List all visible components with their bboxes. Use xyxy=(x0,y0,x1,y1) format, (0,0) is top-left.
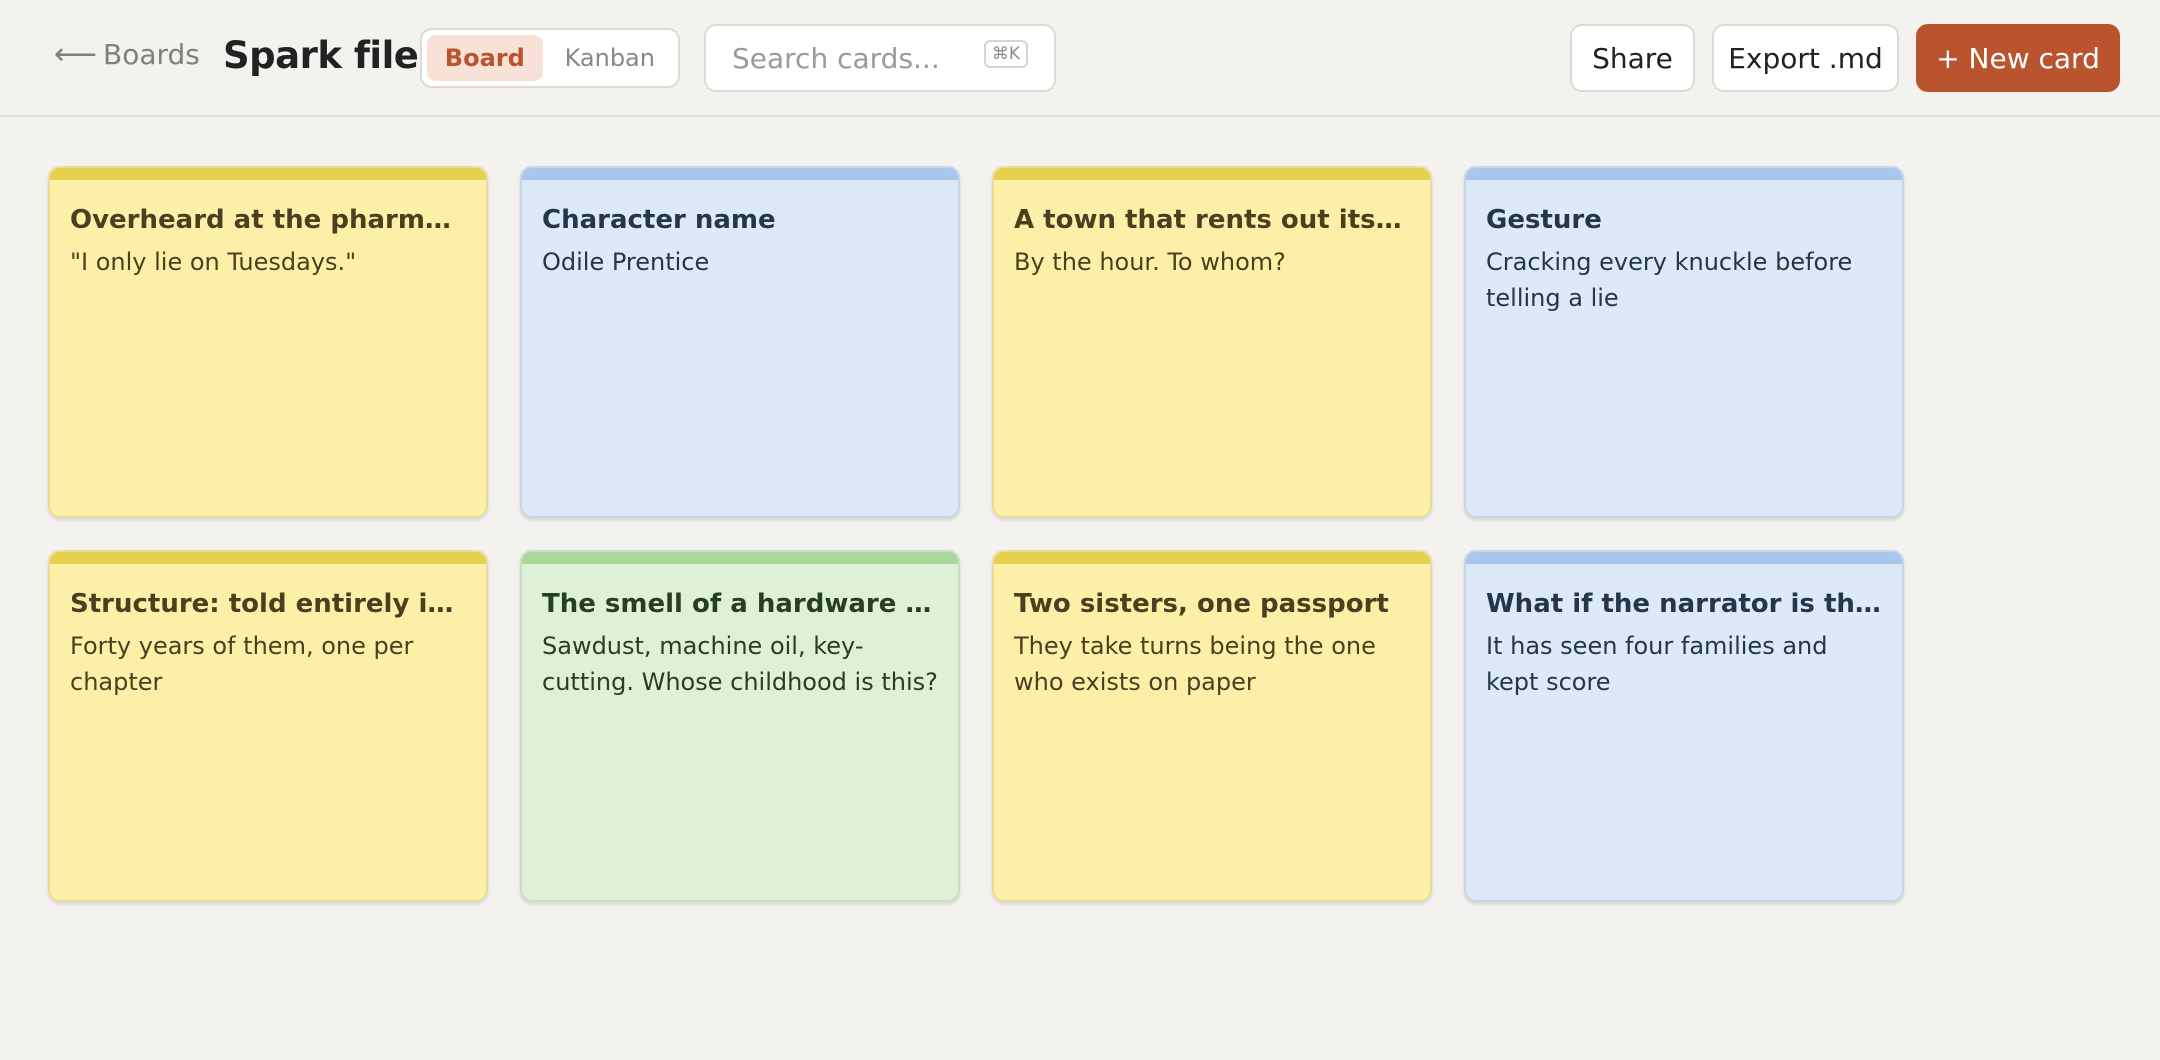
new-card-button[interactable]: + New card xyxy=(1916,24,2120,92)
card-title: A town that rents out its church bells xyxy=(1014,205,1410,235)
page-title: Spark file xyxy=(223,34,419,77)
top-toolbar: ⟵ Boards Spark file Board Kanban ⌘K Shar… xyxy=(0,0,2160,117)
back-label: Boards xyxy=(103,38,200,71)
card-title: Character name xyxy=(542,205,776,235)
tab-board[interactable]: Board xyxy=(427,35,543,81)
card-color-stripe xyxy=(1466,168,1902,180)
card-body: Cracking every knuckle before telling a … xyxy=(1486,248,1853,312)
card[interactable]: The smell of a hardware store Sawdust, m… xyxy=(520,550,960,902)
card-color-stripe xyxy=(994,168,1430,180)
view-toggle: Board Kanban xyxy=(420,28,680,88)
card-body: Odile Prentice xyxy=(542,248,710,276)
card[interactable]: Gesture Cracking every knuckle before te… xyxy=(1464,166,1904,518)
card-title: The smell of a hardware store xyxy=(542,589,938,619)
card-body: Sawdust, machine oil, key-cutting. Whose… xyxy=(542,632,938,696)
card-title: What if the narrator is the house? xyxy=(1486,589,1882,619)
export-md-button[interactable]: Export .md xyxy=(1712,24,1899,92)
card-body: They take turns being the one who exists… xyxy=(1014,632,1376,696)
card-body: It has seen four families and kept score xyxy=(1486,632,1828,696)
card-color-stripe xyxy=(1466,552,1902,564)
card[interactable]: A town that rents out its church bells B… xyxy=(992,166,1432,518)
card-board: Overheard at the pharmacy "I only lie on… xyxy=(48,166,1904,902)
card-title: Two sisters, one passport xyxy=(1014,589,1389,619)
back-to-boards-link[interactable]: ⟵ Boards xyxy=(54,38,200,71)
arrow-left-icon: ⟵ xyxy=(54,36,98,72)
card-title: Overheard at the pharmacy xyxy=(70,205,466,235)
card-title: Structure: told entirely in voicemails xyxy=(70,589,466,619)
card-body: "I only lie on Tuesdays." xyxy=(70,248,357,276)
card[interactable]: Overheard at the pharmacy "I only lie on… xyxy=(48,166,488,518)
card[interactable]: Character name Odile Prentice xyxy=(520,166,960,518)
search-input[interactable] xyxy=(732,41,972,75)
shortcut-badge: ⌘K xyxy=(983,40,1028,68)
search-box[interactable]: ⌘K xyxy=(704,24,1056,92)
card-color-stripe xyxy=(522,552,958,564)
card-body: Forty years of them, one per chapter xyxy=(70,632,414,696)
card[interactable]: What if the narrator is the house? It ha… xyxy=(1464,550,1904,902)
card-title: Gesture xyxy=(1486,205,1602,235)
card-color-stripe xyxy=(50,168,486,180)
card-color-stripe xyxy=(994,552,1430,564)
card-color-stripe xyxy=(50,552,486,564)
card[interactable]: Two sisters, one passport They take turn… xyxy=(992,550,1432,902)
card-color-stripe xyxy=(522,168,958,180)
card-body: By the hour. To whom? xyxy=(1014,248,1286,276)
tab-kanban[interactable]: Kanban xyxy=(547,35,673,81)
share-button[interactable]: Share xyxy=(1570,24,1695,92)
card[interactable]: Structure: told entirely in voicemails F… xyxy=(48,550,488,902)
